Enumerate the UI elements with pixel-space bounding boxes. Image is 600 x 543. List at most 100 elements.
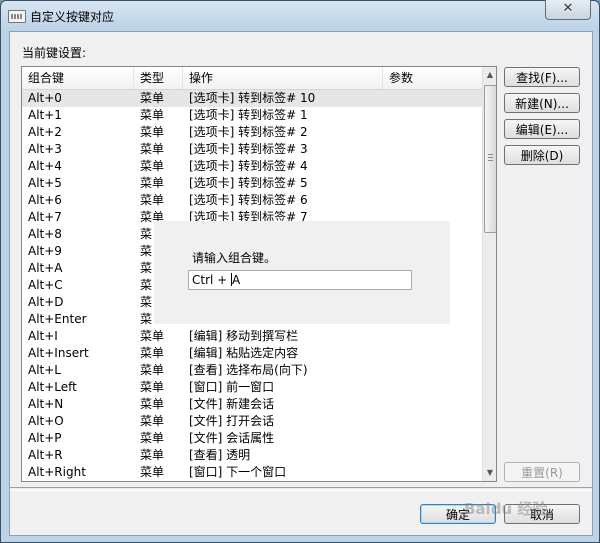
row-key-cell: Alt+Insert: [28, 346, 89, 360]
row-type-cell: 菜单: [140, 465, 165, 479]
row-action-cell: [选项卡] 转到标签# 10: [189, 91, 316, 105]
title-bar[interactable]: 自定义按键对应 ✕: [1, 0, 599, 31]
row-action-cell: [编辑] 粘贴选定内容: [189, 346, 299, 360]
column-header-param[interactable]: 参数: [383, 67, 482, 89]
current-settings-label: 当前键设置:: [22, 46, 87, 60]
row-type-cell: 菜单: [140, 159, 165, 173]
row-type-cell: 菜单: [140, 363, 165, 377]
table-row[interactable]: Alt+Insert 菜单 [编辑] 粘贴选定内容: [22, 345, 482, 362]
new-button[interactable]: 新建(N)...: [504, 93, 580, 113]
delete-button[interactable]: 删除(D): [504, 145, 580, 165]
key-combination-value: Ctrl +: [192, 273, 232, 287]
row-action-cell: [选项卡] 转到标签# 6: [189, 193, 308, 207]
row-type-cell: 菜单: [140, 414, 165, 428]
close-button[interactable]: ✕: [545, 0, 591, 20]
list-header: 组合键 类型 操作 参数: [22, 67, 482, 90]
key-combination-input[interactable]: Ctrl + A: [188, 270, 412, 290]
row-key-cell: Alt+I: [28, 329, 58, 343]
table-row[interactable]: Alt+R 菜单 [查看] 透明: [22, 447, 482, 464]
row-key-cell: Alt+C: [28, 278, 63, 292]
row-type-cell: 菜: [140, 261, 153, 275]
table-row[interactable]: Alt+O 菜单 [文件] 打开会话: [22, 413, 482, 430]
row-key-cell: Alt+L: [28, 363, 61, 377]
row-key-cell: Alt+O: [28, 414, 64, 428]
row-type-cell: 菜单: [140, 329, 165, 343]
edit-button[interactable]: 编辑(E)...: [504, 119, 580, 139]
row-type-cell: 菜单: [140, 142, 165, 156]
row-type-cell: 菜单: [140, 431, 165, 445]
row-action-cell: [查看] 选择布局(向下): [189, 363, 308, 377]
row-key-cell: Alt+Enter: [28, 312, 87, 326]
table-row[interactable]: Alt+I 菜单 [编辑] 移动到撰写栏: [22, 328, 482, 345]
row-type-cell: 菜: [140, 312, 153, 326]
customize-keys-dialog: 自定义按键对应 ✕ 当前键设置: 组合键 类型 操作 参数 Alt+0 菜单 [选项…: [0, 0, 600, 543]
row-action-cell: [选项卡] 转到标签# 4: [189, 159, 308, 173]
list-scrollbar[interactable]: ▲ ▼: [482, 67, 496, 481]
row-action-cell: [编辑] 移动到撰写栏: [189, 329, 299, 343]
table-row[interactable]: Alt+Right 菜单 [窗口] 下一个窗口: [22, 464, 482, 481]
row-action-cell: [文件] 打开会话: [189, 414, 275, 428]
table-row[interactable]: Alt+L 菜单 [查看] 选择布局(向下): [22, 362, 482, 379]
row-action-cell: [文件] 会话属性: [189, 431, 275, 445]
row-action-cell: [查看] 透明: [189, 448, 251, 462]
row-key-cell: Alt+A: [28, 261, 63, 275]
row-type-cell: 菜单: [140, 380, 165, 394]
row-key-cell: Alt+Right: [28, 465, 86, 479]
row-type-cell: 菜: [140, 278, 153, 292]
row-type-cell: 菜单: [140, 346, 165, 360]
table-row[interactable]: Alt+Left 菜单 [窗口] 前一窗口: [22, 379, 482, 396]
row-type-cell: 菜单: [140, 397, 165, 411]
column-header-key[interactable]: 组合键: [22, 67, 134, 89]
table-row[interactable]: Alt+5 菜单 [选项卡] 转到标签# 5: [22, 175, 482, 192]
row-type-cell: 菜单: [140, 193, 165, 207]
row-type-cell: 菜单: [140, 91, 165, 105]
key-capture-prompt: 请输入组合键。: [192, 251, 277, 265]
row-key-cell: Alt+2: [28, 125, 62, 139]
row-type-cell: 菜: [140, 227, 153, 241]
row-type-cell: 菜: [140, 295, 153, 309]
table-row[interactable]: Alt+0 菜单 [选项卡] 转到标签# 10: [22, 90, 482, 107]
row-action-cell: [窗口] 前一窗口: [189, 380, 275, 394]
scroll-down-icon[interactable]: ▼: [483, 465, 496, 481]
table-row[interactable]: Alt+6 菜单 [选项卡] 转到标签# 6: [22, 192, 482, 209]
watermark-logo: Baidu 经验: [464, 500, 548, 518]
table-row[interactable]: Alt+3 菜单 [选项卡] 转到标签# 3: [22, 141, 482, 158]
row-key-cell: Alt+9: [28, 244, 62, 258]
row-key-cell: Alt+3: [28, 142, 62, 156]
row-key-cell: Alt+6: [28, 193, 62, 207]
row-type-cell: 菜单: [140, 125, 165, 139]
row-action-cell: [选项卡] 转到标签# 1: [189, 108, 308, 122]
table-row[interactable]: Alt+1 菜单 [选项卡] 转到标签# 1: [22, 107, 482, 124]
row-action-cell: [窗口] 下一个窗口: [189, 465, 287, 479]
scroll-up-icon[interactable]: ▲: [483, 67, 496, 83]
row-key-cell: Alt+5: [28, 176, 62, 190]
row-action-cell: [选项卡] 转到标签# 3: [189, 142, 308, 156]
key-capture-popup: 请输入组合键。 Ctrl + A: [154, 221, 450, 324]
window-title: 自定义按键对应: [30, 10, 115, 24]
keyboard-icon: [8, 10, 26, 23]
column-header-action[interactable]: 操作: [183, 67, 383, 89]
table-row[interactable]: Alt+4 菜单 [选项卡] 转到标签# 4: [22, 158, 482, 175]
row-key-cell: Alt+1: [28, 108, 62, 122]
scrollbar-thumb[interactable]: [484, 85, 496, 233]
row-action-cell: [选项卡] 转到标签# 2: [189, 125, 308, 139]
button-separator: [10, 487, 592, 491]
table-row[interactable]: Alt+P 菜单 [文件] 会话属性: [22, 430, 482, 447]
row-type-cell: 菜单: [140, 108, 165, 122]
table-row[interactable]: Alt+2 菜单 [选项卡] 转到标签# 2: [22, 124, 482, 141]
row-type-cell: 菜单: [140, 448, 165, 462]
row-type-cell: 菜: [140, 244, 153, 258]
row-key-cell: Alt+N: [28, 397, 64, 411]
row-key-cell: Alt+7: [28, 210, 62, 224]
row-key-cell: Alt+4: [28, 159, 62, 173]
table-row[interactable]: Alt+N 菜单 [文件] 新建会话: [22, 396, 482, 413]
row-action-cell: [文件] 新建会话: [189, 397, 275, 411]
column-header-type[interactable]: 类型: [134, 67, 183, 89]
find-button[interactable]: 查找(F)...: [504, 67, 580, 87]
close-icon: ✕: [562, 1, 574, 16]
reset-button[interactable]: 重置(R): [504, 462, 580, 482]
row-key-cell: Alt+8: [28, 227, 62, 241]
row-key-cell: Alt+Left: [28, 380, 77, 394]
key-combination-value-rest: A: [232, 273, 241, 287]
row-key-cell: Alt+R: [28, 448, 63, 462]
